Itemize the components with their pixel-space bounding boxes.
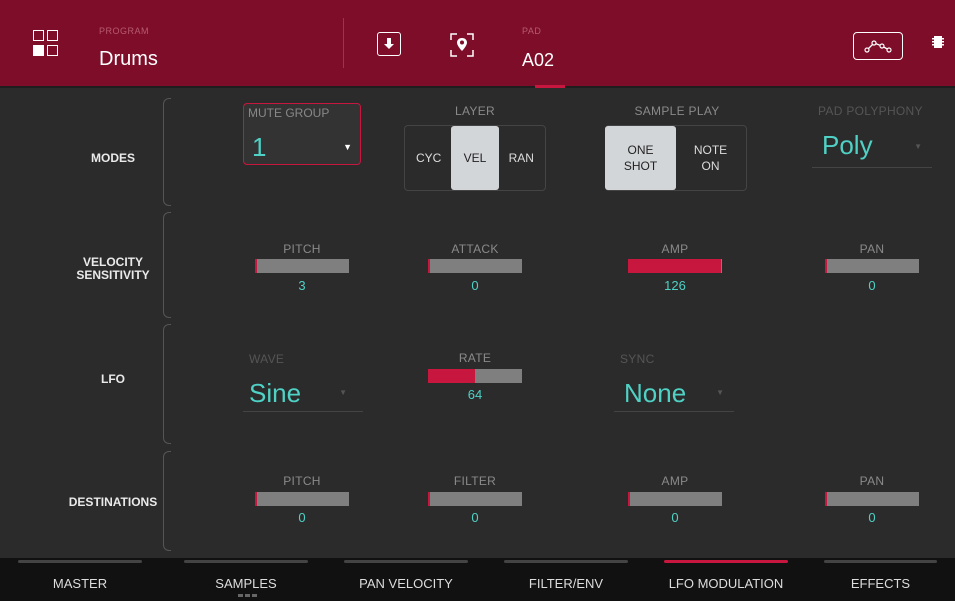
vel-pan-value: 0 bbox=[868, 278, 876, 293]
chevron-down-icon: ▼ bbox=[914, 142, 922, 151]
vel-attack-caption: ATTACK bbox=[451, 242, 499, 256]
dest-pitch-slider[interactable] bbox=[255, 492, 349, 506]
dest-pitch-caption: PITCH bbox=[283, 474, 321, 488]
vel-pitch-caption: PITCH bbox=[283, 242, 321, 256]
dest-pan-caption: PAN bbox=[859, 474, 885, 488]
chip-icon[interactable] bbox=[932, 35, 944, 54]
lfo-sync-value: None bbox=[624, 378, 687, 408]
chevron-down-icon: ▼ bbox=[339, 388, 347, 397]
download-icon[interactable] bbox=[377, 32, 401, 56]
vel-attack-slider[interactable] bbox=[428, 259, 522, 273]
mute-group-label: MUTE GROUP bbox=[248, 106, 330, 120]
layer-segmented-control[interactable]: CYC VEL RAN bbox=[404, 125, 546, 191]
pad-polyphony-value: Poly bbox=[822, 130, 873, 160]
note-on-line1: NOTE bbox=[693, 143, 728, 157]
pad-polyphony-label: PAD POLYPHONY bbox=[818, 104, 923, 118]
vel-pan-caption: PAN bbox=[859, 242, 885, 256]
sample-play-option-note-on[interactable]: NOTE ON bbox=[675, 126, 746, 190]
pad-caption: PAD bbox=[522, 26, 542, 36]
dest-filter-caption: FILTER bbox=[453, 474, 497, 488]
sample-play-caption: SAMPLE PLAY bbox=[634, 104, 720, 118]
lfo-wave-label: WAVE bbox=[249, 352, 285, 366]
one-shot-line2: SHOT bbox=[623, 159, 658, 173]
pad-value[interactable]: A02 bbox=[522, 50, 554, 71]
tab-filter-env[interactable]: FILTER/ENV bbox=[486, 558, 646, 601]
lfo-rate-slider[interactable] bbox=[428, 369, 522, 383]
program-name[interactable]: Drums bbox=[99, 48, 158, 71]
envelope-icon[interactable] bbox=[853, 32, 903, 60]
dest-amp-slider[interactable] bbox=[628, 492, 722, 506]
vel-pitch-value: 3 bbox=[298, 278, 306, 293]
tab-bar: MASTER SAMPLES PAN VELOCITY FILTER/ENV L… bbox=[0, 558, 955, 601]
row-bracket-destinations bbox=[163, 451, 171, 551]
dest-amp-value: 0 bbox=[671, 510, 679, 525]
layer-caption: LAYER bbox=[455, 104, 495, 118]
tab-pan-velocity[interactable]: PAN VELOCITY bbox=[326, 558, 486, 601]
lfo-rate-value: 64 bbox=[467, 387, 483, 402]
one-shot-line1: ONE bbox=[627, 143, 654, 157]
tab-master[interactable]: MASTER bbox=[0, 558, 160, 601]
vel-amp-slider[interactable] bbox=[628, 259, 722, 273]
dest-pan-slider[interactable] bbox=[825, 492, 919, 506]
tab-lfo-modulation[interactable]: LFO MODULATION bbox=[646, 558, 806, 601]
tab-effects[interactable]: EFFECTS bbox=[806, 558, 955, 601]
sample-play-option-one-shot[interactable]: ONE SHOT bbox=[605, 126, 676, 190]
page-dots-indicator bbox=[238, 594, 258, 597]
lfo-sync-dropdown[interactable]: SYNC None ▼ bbox=[614, 352, 734, 412]
header-bar: PROGRAM Drums PAD A02 bbox=[0, 0, 955, 86]
lfo-wave-dropdown[interactable]: WAVE Sine ▼ bbox=[243, 352, 363, 412]
dest-amp-caption: AMP bbox=[661, 474, 689, 488]
mute-group-value: 1 bbox=[252, 132, 267, 162]
layer-option-vel[interactable]: VEL bbox=[451, 126, 499, 190]
location-icon[interactable] bbox=[449, 32, 475, 58]
layer-option-cyc[interactable]: CYC bbox=[405, 126, 452, 190]
chevron-down-icon: ▼ bbox=[343, 142, 352, 152]
header-divider bbox=[343, 18, 344, 68]
vel-attack-value: 0 bbox=[471, 278, 479, 293]
lfo-wave-value: Sine bbox=[249, 378, 302, 408]
vel-pitch-slider[interactable] bbox=[255, 259, 349, 273]
mute-group-dropdown[interactable]: MUTE GROUP 1 ▼ bbox=[243, 103, 361, 165]
vel-amp-value: 126 bbox=[664, 278, 686, 293]
lfo-rate-caption: RATE bbox=[458, 351, 492, 365]
layer-option-ran[interactable]: RAN bbox=[498, 126, 545, 190]
program-grid-icon[interactable] bbox=[33, 30, 59, 56]
lfo-sync-label: SYNC bbox=[620, 352, 655, 366]
vel-pan-slider[interactable] bbox=[825, 259, 919, 273]
pad-polyphony-dropdown[interactable]: PAD POLYPHONY Poly ▼ bbox=[812, 104, 932, 168]
note-on-line2: ON bbox=[701, 159, 720, 173]
dest-pitch-value: 0 bbox=[298, 510, 306, 525]
sample-play-segmented-control[interactable]: ONE SHOT NOTE ON bbox=[605, 125, 747, 191]
dest-filter-slider[interactable] bbox=[428, 492, 522, 506]
chevron-down-icon: ▼ bbox=[716, 388, 724, 397]
dest-pan-value: 0 bbox=[868, 510, 876, 525]
dest-filter-value: 0 bbox=[471, 510, 479, 525]
program-caption: PROGRAM bbox=[99, 26, 150, 36]
row-bracket-modes bbox=[163, 98, 171, 206]
row-bracket-velocity bbox=[163, 212, 171, 318]
row-bracket-lfo bbox=[163, 324, 171, 444]
vel-amp-caption: AMP bbox=[661, 242, 689, 256]
